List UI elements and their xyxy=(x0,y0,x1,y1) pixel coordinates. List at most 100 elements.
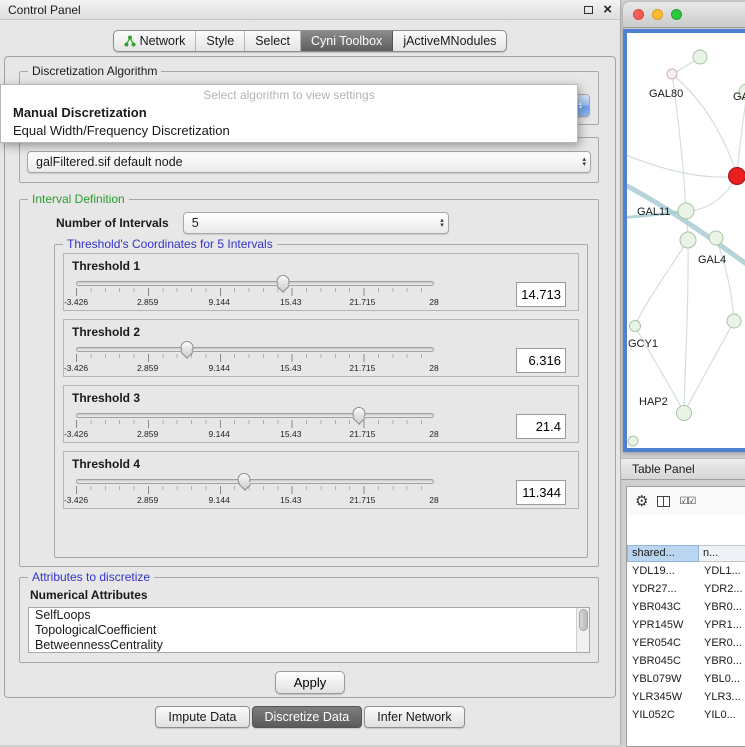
threshold-value-input[interactable] xyxy=(516,282,566,307)
table-data-group: Table Data galFiltered.sif default node … xyxy=(19,137,599,183)
threshold-slider[interactable]: -3.426 2.859 9.144 15.43 21.715 28 xyxy=(76,406,434,440)
group-title: Interval Definition xyxy=(28,192,129,206)
slider-track[interactable] xyxy=(76,413,434,418)
slider-thumb[interactable] xyxy=(276,275,289,288)
threshold-value-input[interactable] xyxy=(516,348,566,373)
table-cell[interactable]: YBL079W xyxy=(627,673,699,685)
network-node[interactable] xyxy=(628,436,638,446)
table-cell[interactable]: YIL0... xyxy=(699,709,745,721)
tab-style[interactable]: Style xyxy=(196,31,245,51)
table-data-combobox[interactable]: galFiltered.sif default node ▴▾ xyxy=(27,151,591,173)
attributes-listbox[interactable]: SelfLoops TopologicalCoefficient Between… xyxy=(28,607,590,653)
table-row[interactable]: YLR345WYLR3... xyxy=(627,688,745,706)
network-node[interactable] xyxy=(678,203,694,219)
table-cell[interactable]: YBL0... xyxy=(699,673,745,685)
bottom-tab-discretize-data[interactable]: Discretize Data xyxy=(252,706,363,728)
table-cell[interactable]: YER054C xyxy=(627,637,699,649)
bottom-tab-impute-data[interactable]: Impute Data xyxy=(155,706,249,728)
float-icon[interactable] xyxy=(584,6,593,14)
combo-value: galFiltered.sif default node xyxy=(36,155,578,169)
thresholds-group: Threshold's Coordinates for 5 Intervals … xyxy=(54,244,588,558)
table-row[interactable]: YBL079WYBL0... xyxy=(627,670,745,688)
network-node[interactable] xyxy=(677,406,692,421)
tab-cyni-toolbox[interactable]: Cyni Toolbox xyxy=(301,31,393,51)
scale-label: 21.715 xyxy=(349,363,375,373)
table-cell[interactable]: YBR045C xyxy=(627,655,699,667)
network-node[interactable] xyxy=(727,314,741,328)
table-cell[interactable]: YIL052C xyxy=(627,709,699,721)
list-scrollbar[interactable] xyxy=(576,608,589,652)
table-cell[interactable]: YPR1... xyxy=(699,619,745,631)
scale-label: 2.859 xyxy=(137,495,158,505)
table-row[interactable]: YPR145WYPR1... xyxy=(627,616,745,634)
table-cell[interactable]: YER0... xyxy=(699,637,745,649)
list-item[interactable]: SelfLoops xyxy=(29,608,589,623)
apply-button[interactable]: Apply xyxy=(275,671,346,694)
columns-icon[interactable] xyxy=(657,496,670,507)
network-node[interactable] xyxy=(630,321,641,332)
table-row[interactable]: YDR27...YDR2... xyxy=(627,580,745,598)
content-frame: Discretization Algorithm ▴▾ Table Data g… xyxy=(4,56,616,698)
slider-track[interactable] xyxy=(76,479,434,484)
scale-label: 9.144 xyxy=(209,495,230,505)
zoom-traffic-light[interactable] xyxy=(671,9,682,20)
threshold-slider[interactable]: -3.426 2.859 9.144 15.43 21.715 28 xyxy=(76,472,434,506)
table-cell[interactable]: YDL1... xyxy=(699,565,745,577)
tab-network[interactable]: Network xyxy=(114,31,197,51)
close-icon[interactable]: × xyxy=(603,4,612,16)
threshold-block: Threshold 3 -3.426 2.859 9.144 15.43 xyxy=(63,385,579,443)
table-cell[interactable]: YDR2... xyxy=(699,583,745,595)
table-cell[interactable]: YBR043C xyxy=(627,601,699,613)
slider-thumb[interactable] xyxy=(180,341,193,354)
table-cell[interactable]: YLR3... xyxy=(699,691,745,703)
table-cell[interactable]: YDR27... xyxy=(627,583,699,595)
slider-thumb[interactable] xyxy=(238,473,251,486)
bottom-tab-infer-network[interactable]: Infer Network xyxy=(364,706,464,728)
tab-label: jActiveMNodules xyxy=(403,34,496,48)
scale-label: 9.144 xyxy=(209,363,230,373)
table-row[interactable]: YIL052CYIL0... xyxy=(627,706,745,724)
group-title: Attributes to discretize xyxy=(28,570,154,584)
window-titlebar[interactable] xyxy=(623,2,745,28)
scrollbar-thumb[interactable] xyxy=(579,609,588,631)
network-node[interactable] xyxy=(693,50,707,64)
slider-track[interactable] xyxy=(76,281,434,286)
slider-ruler xyxy=(76,420,434,428)
select-columns-icon[interactable]: ☑☑ xyxy=(679,496,695,507)
table-row[interactable]: YBR043CYBR0... xyxy=(627,598,745,616)
network-canvas[interactable]: GAL80 GA GAL11 GAL4 GCY1 HAP2 xyxy=(623,29,745,452)
slider-track[interactable] xyxy=(76,347,434,352)
slider-thumb[interactable] xyxy=(352,407,365,420)
threshold-label: Threshold 3 xyxy=(72,391,570,405)
popup-item-equal-width-frequency[interactable]: Equal Width/Frequency Discretization xyxy=(1,122,577,140)
threshold-slider[interactable]: -3.426 2.859 9.144 15.43 21.715 28 xyxy=(76,340,434,374)
network-node[interactable] xyxy=(667,69,677,79)
network-node[interactable] xyxy=(680,232,696,248)
table-cell[interactable]: YBR0... xyxy=(699,601,745,613)
threshold-value-input[interactable] xyxy=(516,414,566,439)
number-of-intervals-combobox[interactable]: 5 ▴▾ xyxy=(183,212,449,234)
network-node-selected[interactable] xyxy=(729,168,745,185)
table-cell[interactable]: YLR345W xyxy=(627,691,699,703)
list-item[interactable]: BetweennessCentrality xyxy=(29,638,589,653)
threshold-block: Threshold 2 -3.426 2.859 9.144 15.43 xyxy=(63,319,579,377)
table-cell[interactable]: YPR145W xyxy=(627,619,699,631)
minimize-traffic-light[interactable] xyxy=(652,9,663,20)
list-item[interactable]: TopologicalCoefficient xyxy=(29,623,589,638)
threshold-value-input[interactable] xyxy=(516,480,566,505)
close-traffic-light[interactable] xyxy=(633,9,644,20)
tab-select[interactable]: Select xyxy=(245,31,301,51)
tab-jactivemnodules[interactable]: jActiveMNodules xyxy=(393,31,506,51)
gear-icon[interactable]: ⚙ xyxy=(635,494,648,509)
column-header-name[interactable]: n... xyxy=(699,545,745,562)
threshold-slider[interactable]: -3.426 2.859 9.144 15.43 21.715 28 xyxy=(76,274,434,308)
network-node[interactable] xyxy=(709,231,723,245)
popup-item-manual-discretization[interactable]: Manual Discretization xyxy=(1,104,577,122)
table-row[interactable]: YDL19...YDL1... xyxy=(627,562,745,580)
table-row[interactable]: YBR045CYBR0... xyxy=(627,652,745,670)
table-row[interactable]: YER054CYER0... xyxy=(627,634,745,652)
column-header-shared-name[interactable]: shared... xyxy=(627,545,699,562)
table-cell[interactable]: YDL19... xyxy=(627,565,699,577)
table-cell[interactable]: YBR0... xyxy=(699,655,745,667)
scale-label: 21.715 xyxy=(349,429,375,439)
